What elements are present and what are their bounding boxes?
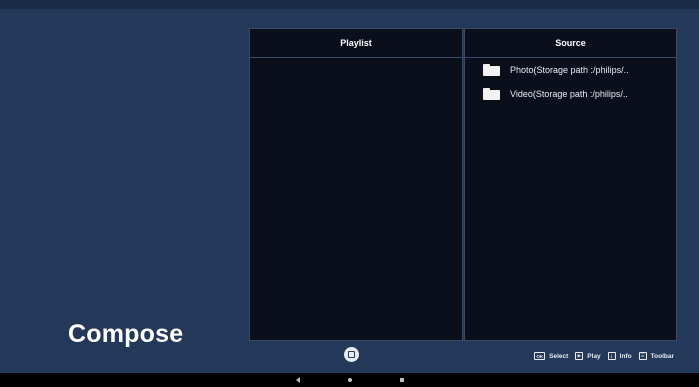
key-legend: OK Select ▶ Play i Info ☰ Toolbar	[534, 350, 677, 362]
source-item-photo[interactable]: Photo(Storage path :/philips/..	[483, 63, 629, 77]
playlist-header: Playlist	[250, 29, 462, 58]
back-icon[interactable]	[296, 377, 300, 383]
legend-info-label: Info	[619, 352, 632, 360]
info-key-icon: i	[607, 352, 616, 360]
legend-toolbar-label: Toolbar	[650, 352, 674, 360]
source-panel[interactable]: Source Photo(Storage path :/philips/.. V…	[464, 28, 677, 341]
play-key-icon: ▶	[575, 352, 584, 360]
square-circle-icon[interactable]	[344, 347, 359, 362]
legend-play-label: Play	[587, 352, 601, 360]
source-item-label: Video(Storage path :/philips/..	[510, 89, 628, 99]
toolbar-key-icon: ☰	[638, 352, 647, 360]
android-nav-bar	[0, 373, 699, 387]
home-icon[interactable]	[348, 378, 352, 382]
folder-icon	[483, 88, 500, 100]
source-header: Source	[465, 29, 676, 58]
legend-select-label: Select	[549, 352, 569, 360]
page-title: Compose	[68, 320, 184, 348]
source-item-label: Photo(Storage path :/philips/..	[510, 65, 629, 75]
ok-key-icon: OK	[534, 352, 546, 360]
top-status-strip	[0, 0, 699, 9]
folder-icon	[483, 64, 500, 76]
recents-icon[interactable]	[400, 378, 404, 382]
playlist-panel[interactable]: Playlist	[249, 28, 463, 341]
source-item-video[interactable]: Video(Storage path :/philips/..	[483, 87, 628, 101]
